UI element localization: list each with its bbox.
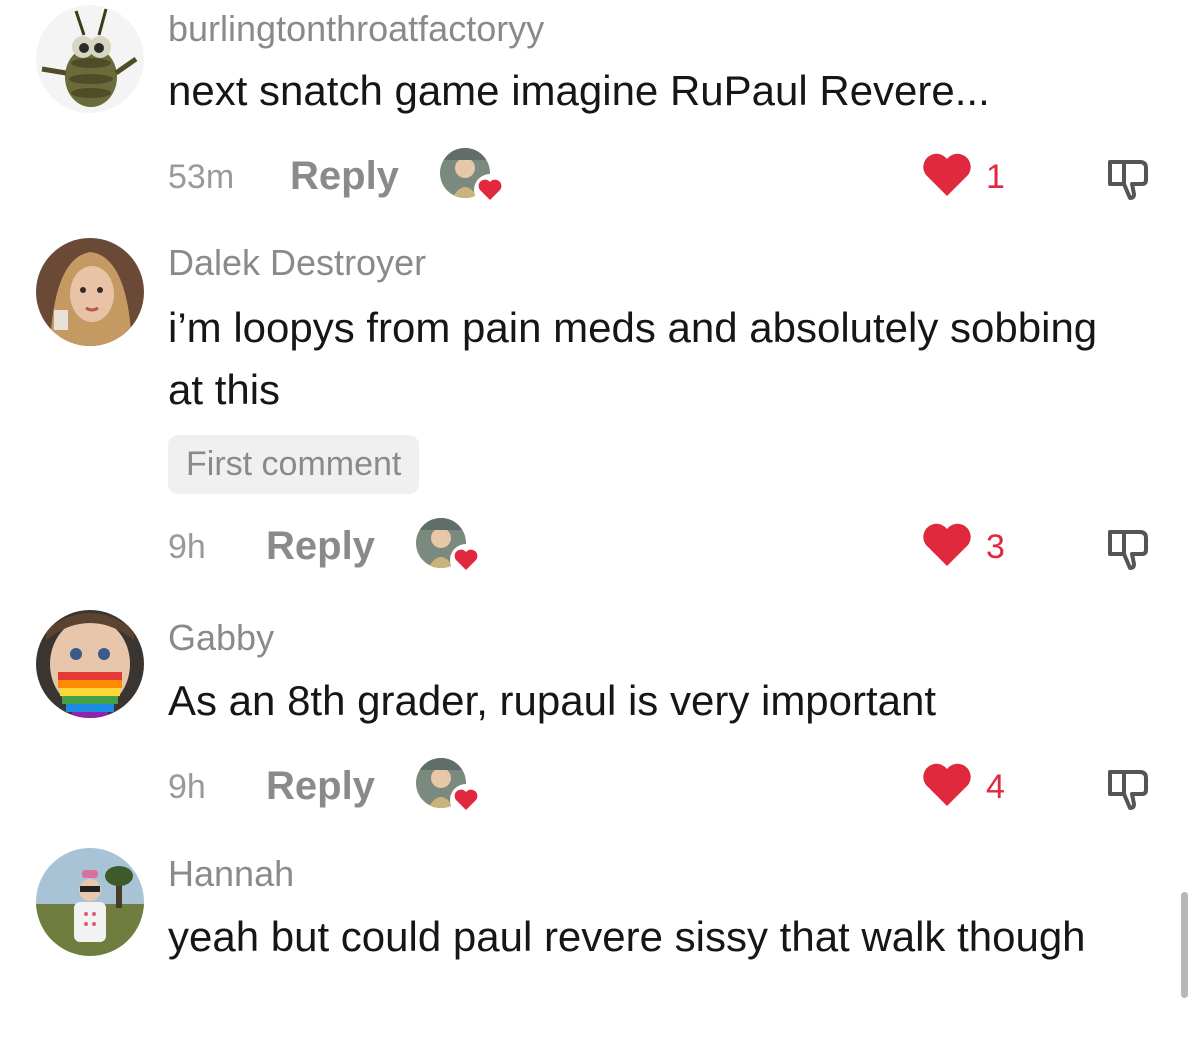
comment-actions: 53m Reply 1 [0, 148, 1200, 206]
liked-by-creator-badge [416, 518, 482, 576]
like-heart-icon[interactable] [922, 762, 972, 808]
rainbow-beard-avatar-icon [36, 610, 144, 718]
like-heart-icon[interactable] [922, 522, 972, 568]
like-count: 1 [986, 158, 1005, 196]
heart-icon [450, 784, 482, 816]
first-comment-badge: First comment [168, 435, 420, 494]
heart-icon [450, 544, 482, 576]
comment-text: As an 8th grader, rupaul is very importa… [168, 677, 937, 724]
reply-button[interactable]: Reply [266, 524, 375, 569]
comment-timestamp: 53m [168, 158, 235, 196]
thumbs-down-icon[interactable] [1104, 154, 1152, 202]
child-outdoors-avatar-icon [36, 848, 144, 956]
scrollbar[interactable] [1181, 892, 1188, 998]
thumbs-down-icon[interactable] [1104, 524, 1152, 572]
comment-username[interactable]: Hannah [168, 853, 294, 895]
comment-actions: 9h Reply 3 [0, 518, 1200, 576]
avatar[interactable] [36, 848, 144, 956]
avatar[interactable] [36, 238, 144, 346]
reply-button[interactable]: Reply [290, 154, 399, 199]
comment-timestamp: 9h [168, 768, 206, 806]
comment-text: next snatch game imagine RuPaul Revere..… [168, 67, 990, 114]
reply-button[interactable]: Reply [266, 764, 375, 809]
comment-username[interactable]: Dalek Destroyer [168, 242, 426, 284]
thumbs-down-icon[interactable] [1104, 764, 1152, 812]
liked-by-creator-badge [416, 758, 482, 816]
woman-portrait-avatar-icon [36, 238, 144, 346]
like-count: 3 [986, 528, 1005, 566]
comment-actions: 9h Reply 4 [0, 758, 1200, 816]
comment-text: yeah but could paul revere sissy that wa… [168, 913, 1086, 960]
comment-username[interactable]: burlingtonthroatfactoryy [168, 8, 544, 50]
avatar[interactable] [36, 5, 144, 113]
like-count: 4 [986, 768, 1005, 806]
like-heart-icon[interactable] [922, 152, 972, 198]
comment-username[interactable]: Gabby [168, 617, 274, 659]
avatar[interactable] [36, 610, 144, 718]
liked-by-creator-badge [440, 148, 506, 206]
cartoon-bug-avatar-icon [36, 5, 144, 113]
comment-timestamp: 9h [168, 528, 206, 566]
heart-icon [474, 174, 506, 206]
comment-text: i’m loopys from pain meds and absolutely… [168, 304, 1098, 413]
